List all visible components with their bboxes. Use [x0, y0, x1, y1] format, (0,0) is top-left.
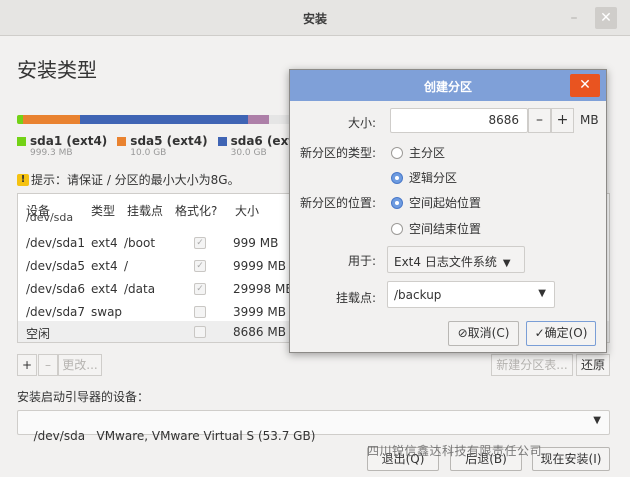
cell-type: ext4	[91, 259, 118, 273]
device-group-row[interactable]: /dev/sda	[26, 213, 73, 223]
window-title: 安装	[302, 12, 327, 26]
cell-size: 999 MB	[233, 236, 279, 250]
radio-location-start[interactable]: 空间起始位置	[391, 194, 481, 211]
radio-primary-partition[interactable]: 主分区	[391, 144, 445, 161]
dialog-close-button[interactable]: ✕	[570, 74, 600, 97]
legend-swatch	[217, 136, 227, 146]
cell-mount: /data	[124, 282, 156, 296]
legend-swatch	[117, 136, 127, 146]
revert-button[interactable]: 还原	[576, 354, 610, 376]
minimize-button[interactable]: –	[563, 8, 585, 28]
filesystem-value: Ext4 日志文件系统	[394, 255, 497, 269]
format-checkbox[interactable]: ✓	[194, 283, 206, 295]
cell-type: ext4	[91, 236, 118, 250]
cell-device: /dev/sda6	[26, 282, 86, 296]
cell-device: /dev/sda1	[26, 236, 86, 250]
partition-type-label: 新分区的类型:	[299, 146, 376, 160]
create-partition-dialog: 创建分区 ✕ 大小: 8686 – + MB 新分区的类型: 主分区 逻辑分区 …	[289, 69, 607, 353]
radio-label: 主分区	[409, 146, 446, 160]
format-checkbox[interactable]	[194, 306, 206, 318]
size-input[interactable]: 8686	[390, 108, 528, 133]
cell-type: swap	[91, 305, 123, 319]
partition-location-label: 新分区的位置:	[299, 196, 376, 210]
radio-icon	[391, 222, 403, 235]
bootloader-device-select[interactable]: /dev/sda VMware, VMware Virtual S (53.7 …	[17, 410, 610, 443]
bootloader-label: 安装启动引导器的设备：	[17, 390, 150, 404]
cell-size: 8686 MB	[233, 325, 286, 339]
disk-usage-segment	[23, 115, 80, 124]
cancel-button[interactable]: ⊘取消(C)	[448, 321, 519, 346]
cell-mount: /	[124, 259, 129, 273]
dialog-titlebar: 创建分区 ✕	[290, 70, 606, 101]
remove-partition-button[interactable]: –	[38, 354, 58, 376]
mount-point-value: /backup	[394, 288, 442, 302]
hint-message: ! 提示：请保证 / 分区的最小大小为8G。	[17, 171, 240, 188]
filesystem-select[interactable]: Ext4 日志文件系统 ▼	[387, 246, 525, 273]
size-label: 大小:	[347, 116, 376, 130]
bootloader-device-value: /dev/sda VMware, VMware Virtual S (53.7 …	[33, 429, 316, 443]
cell-device: /dev/sda7	[26, 305, 86, 319]
change-partition-button[interactable]: 更改...	[58, 354, 102, 376]
legend-item-sda1: sda1 (ext4) 999.3 MB	[17, 134, 107, 158]
chevron-down-icon: ▼	[538, 288, 546, 299]
legend-label: sda5 (ext4)	[130, 134, 208, 148]
close-button[interactable]: ✕	[595, 7, 617, 29]
cell-size: 29998 MB	[233, 282, 294, 296]
hint-text: 提示：请保证 / 分区的最小大小为8G。	[31, 173, 240, 187]
cell-device: /dev/sda5	[26, 259, 86, 273]
size-increment-button[interactable]: +	[551, 108, 574, 133]
column-header-size[interactable]: 大小	[235, 202, 259, 219]
cell-device: 空闲	[26, 327, 51, 341]
column-header-type[interactable]: 类型	[91, 202, 115, 219]
page-title: 安装类型	[17, 58, 97, 82]
radio-icon	[391, 146, 403, 159]
cell-type: ext4	[91, 282, 118, 296]
chevron-down-icon: ▼	[593, 415, 601, 426]
mount-point-label: 挂载点:	[335, 291, 376, 305]
legend-label: sda1 (ext4)	[30, 134, 108, 148]
column-header-format[interactable]: 格式化?	[175, 202, 217, 219]
install-now-button[interactable]: 现在安装(I)	[532, 447, 610, 471]
dialog-title: 创建分区	[423, 80, 472, 94]
size-unit: MB	[580, 113, 599, 127]
disk-legend: sda1 (ext4) 999.3 MB sda5 (ext4) 10.0 GB…	[17, 134, 308, 158]
radio-label: 逻辑分区	[409, 171, 458, 185]
cell-size: 9999 MB	[233, 259, 286, 273]
legend-size: 10.0 GB	[130, 148, 167, 158]
cell-size: 3999 MB	[233, 305, 286, 319]
format-checkbox[interactable]	[194, 326, 206, 338]
ok-button[interactable]: ✓确定(O)	[526, 321, 596, 346]
new-partition-table-button[interactable]: 新建分区表...	[491, 354, 573, 376]
warning-icon: !	[17, 173, 29, 186]
legend-size: 999.3 MB	[30, 148, 73, 158]
chevron-down-icon: ▼	[502, 258, 511, 269]
window-titlebar: 安装 – ✕	[0, 0, 630, 36]
legend-item-sda5: sda5 (ext4) 10.0 GB	[117, 134, 208, 158]
radio-label: 空间结束位置	[409, 222, 482, 236]
disk-usage-segment	[80, 115, 248, 124]
disk-usage-segment	[248, 115, 269, 124]
radio-icon	[391, 196, 403, 209]
column-header-mount[interactable]: 挂载点	[127, 202, 163, 219]
radio-icon	[391, 171, 403, 184]
mount-point-combo[interactable]: /backup ▼	[387, 281, 555, 308]
radio-logical-partition[interactable]: 逻辑分区	[391, 169, 457, 186]
legend-swatch	[17, 136, 26, 146]
add-partition-button[interactable]: +	[17, 354, 37, 376]
watermark-text: 四川锐信鑫达科技有限责任公司	[367, 444, 543, 458]
radio-location-end[interactable]: 空间结束位置	[391, 220, 481, 237]
disk-usage-bar	[17, 115, 317, 124]
use-as-label: 用于:	[347, 254, 376, 268]
cell-mount: /boot	[124, 236, 156, 250]
size-decrement-button[interactable]: –	[528, 108, 551, 133]
radio-label: 空间起始位置	[409, 196, 482, 210]
format-checkbox[interactable]: ✓	[194, 237, 206, 249]
format-checkbox[interactable]: ✓	[194, 260, 206, 272]
